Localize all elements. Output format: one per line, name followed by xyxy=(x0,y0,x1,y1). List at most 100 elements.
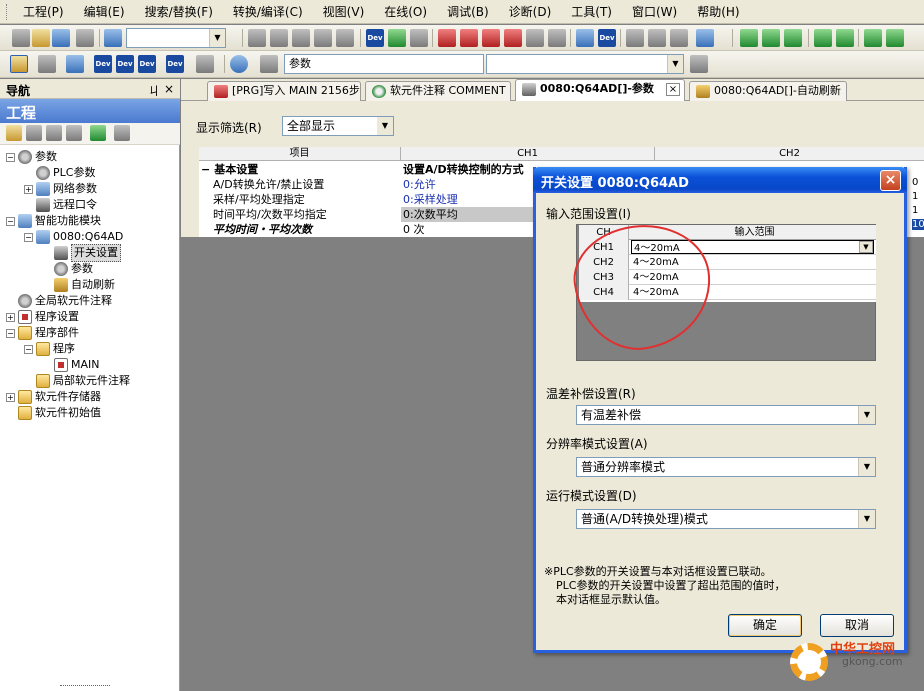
tree-item[interactable]: 软元件初始值 xyxy=(6,405,101,421)
param-ch3-value[interactable]: 0 xyxy=(912,177,924,188)
ladder-delete-icon[interactable] xyxy=(886,29,904,47)
collapse-icon[interactable]: − xyxy=(6,328,15,338)
stop-icon[interactable] xyxy=(526,29,544,47)
menu-help[interactable]: 帮助(H) xyxy=(687,3,749,20)
run-icon[interactable] xyxy=(548,29,566,47)
binoculars-icon[interactable] xyxy=(260,55,278,73)
chevron-down-icon[interactable]: ▼ xyxy=(858,458,875,476)
help-question-icon[interactable] xyxy=(230,55,248,73)
menu-window[interactable]: 窗口(W) xyxy=(622,3,687,20)
monitor-start-icon[interactable] xyxy=(576,29,594,47)
display-icon[interactable] xyxy=(696,29,714,47)
monitor-icon[interactable] xyxy=(388,29,406,47)
ladder-contact-icon[interactable] xyxy=(740,29,758,47)
ladder-line-icon[interactable] xyxy=(864,29,882,47)
paste-icon[interactable] xyxy=(292,29,310,47)
menu-debug[interactable]: 调试(B) xyxy=(437,3,499,20)
trace-3-icon[interactable] xyxy=(670,29,688,47)
open-folder-icon[interactable] xyxy=(32,29,50,47)
write-plc-icon[interactable] xyxy=(438,29,456,47)
menu-edit[interactable]: 编辑(E) xyxy=(74,3,135,20)
trace-icon[interactable] xyxy=(626,29,644,47)
tab-q64ad-parameter[interactable]: 0080:Q64AD[]-参数 × xyxy=(515,79,685,102)
cancel-button[interactable]: 取消 xyxy=(820,614,894,637)
tab-close-icon[interactable]: × xyxy=(666,83,680,96)
delete-data-icon[interactable] xyxy=(66,125,82,141)
chevron-down-icon[interactable]: ▼ xyxy=(858,406,875,424)
ladder-coil-icon[interactable] xyxy=(762,29,780,47)
tree-item[interactable]: + 网络参数 xyxy=(24,181,97,197)
device-batch-icon[interactable]: Dev xyxy=(116,55,134,73)
pin-icon[interactable]: ㄐ xyxy=(148,82,160,99)
tree-item[interactable]: 局部软元件注释 xyxy=(24,373,130,389)
temp-comp-select[interactable]: 有温差补偿 ▼ xyxy=(576,405,876,425)
ok-button[interactable]: 确定 xyxy=(728,614,802,637)
read-plc-icon[interactable] xyxy=(460,29,478,47)
dialog-close-icon[interactable]: × xyxy=(880,170,901,191)
tree-item[interactable]: − 0080:Q64AD xyxy=(24,229,123,245)
tree-item[interactable]: 开关设置 xyxy=(42,244,121,262)
menu-view[interactable]: 视图(V) xyxy=(313,3,375,20)
refresh-icon[interactable] xyxy=(90,125,106,141)
device-icon[interactable]: Dev xyxy=(366,29,384,47)
search-text-combo[interactable]: ▼ xyxy=(486,54,684,74)
param-ch3-value[interactable]: 1 xyxy=(912,191,924,202)
filter-select[interactable]: 全部显示 ▼ xyxy=(282,116,394,136)
tree-item[interactable]: 全局软元件注释 xyxy=(6,293,112,309)
settings-icon[interactable] xyxy=(196,55,214,73)
menu-find-replace[interactable]: 搜索/替换(F) xyxy=(135,3,223,20)
ladder-function-icon[interactable] xyxy=(814,29,832,47)
verify-plc-icon[interactable] xyxy=(482,29,500,47)
close-icon[interactable]: × xyxy=(164,82,174,96)
expand-icon[interactable]: + xyxy=(6,392,15,402)
chevron-down-icon[interactable]: ▼ xyxy=(667,55,683,73)
batch-icon[interactable] xyxy=(410,29,428,47)
tree-item[interactable]: − 参数 xyxy=(6,149,57,165)
param-ch3-value[interactable]: 10 xyxy=(912,219,924,230)
menu-tools[interactable]: 工具(T) xyxy=(561,3,622,20)
operation-mode-select[interactable]: 普通(A/D转换处理)模式 ▼ xyxy=(576,509,876,529)
ladder-branch-icon[interactable] xyxy=(784,29,802,47)
collapse-icon[interactable]: − xyxy=(6,216,15,226)
collapse-icon[interactable]: − xyxy=(6,152,15,162)
tree-item[interactable]: + 软元件存储器 xyxy=(6,389,101,405)
copy-icon[interactable] xyxy=(270,29,288,47)
device-memory-icon[interactable]: Dev xyxy=(138,55,156,73)
ladder-rung-icon[interactable] xyxy=(836,29,854,47)
chevron-down-icon[interactable]: ▼ xyxy=(377,117,393,135)
remote-icon[interactable] xyxy=(504,29,522,47)
param-ch3-value[interactable]: 1 xyxy=(912,205,924,216)
resolution-mode-select[interactable]: 普通分辨率模式 ▼ xyxy=(576,457,876,477)
copy-data-icon[interactable] xyxy=(26,125,42,141)
print-icon[interactable] xyxy=(76,29,94,47)
chevron-down-icon[interactable]: ▼ xyxy=(209,29,225,47)
menu-diagnostics[interactable]: 诊断(D) xyxy=(499,3,562,20)
tab-device-comment[interactable]: 软元件注释 COMMENT xyxy=(365,81,511,101)
save-icon[interactable] xyxy=(52,29,70,47)
resize-grip[interactable] xyxy=(60,685,110,688)
device-list-icon[interactable]: Dev xyxy=(94,55,112,73)
tab-q64ad-auto-refresh[interactable]: 0080:Q64AD[]-自动刷新 xyxy=(689,81,847,101)
tree-item[interactable]: MAIN xyxy=(42,357,100,373)
toolbar-combo-1[interactable]: ▼ xyxy=(126,28,226,48)
collapse-icon[interactable]: − xyxy=(24,344,33,354)
tree-item[interactable]: − 智能功能模块 xyxy=(6,213,101,229)
list-view-icon[interactable] xyxy=(38,55,56,73)
collapse-icon[interactable]: − xyxy=(201,163,210,176)
search-target-combo[interactable]: 参数 xyxy=(284,54,484,74)
tree-item[interactable]: − 程序 xyxy=(24,341,75,357)
redo-icon[interactable] xyxy=(336,29,354,47)
menu-compile[interactable]: 转换/编译(C) xyxy=(223,3,313,20)
help-icon[interactable] xyxy=(104,29,122,47)
project-view-icon[interactable] xyxy=(10,55,28,73)
expand-icon[interactable]: + xyxy=(6,312,15,322)
expand-icon[interactable]: + xyxy=(24,184,33,194)
tree-item[interactable]: − 程序部件 xyxy=(6,325,79,341)
tree-item[interactable]: + 程序设置 xyxy=(6,309,79,325)
chevron-down-icon[interactable]: ▼ xyxy=(859,241,873,253)
tab-prg-main[interactable]: [PRG]写入 MAIN 2156步 xyxy=(207,81,361,101)
window-icon[interactable] xyxy=(66,55,84,73)
trace-2-icon[interactable] xyxy=(648,29,666,47)
properties-icon[interactable] xyxy=(114,125,130,141)
paste-data-icon[interactable] xyxy=(46,125,62,141)
